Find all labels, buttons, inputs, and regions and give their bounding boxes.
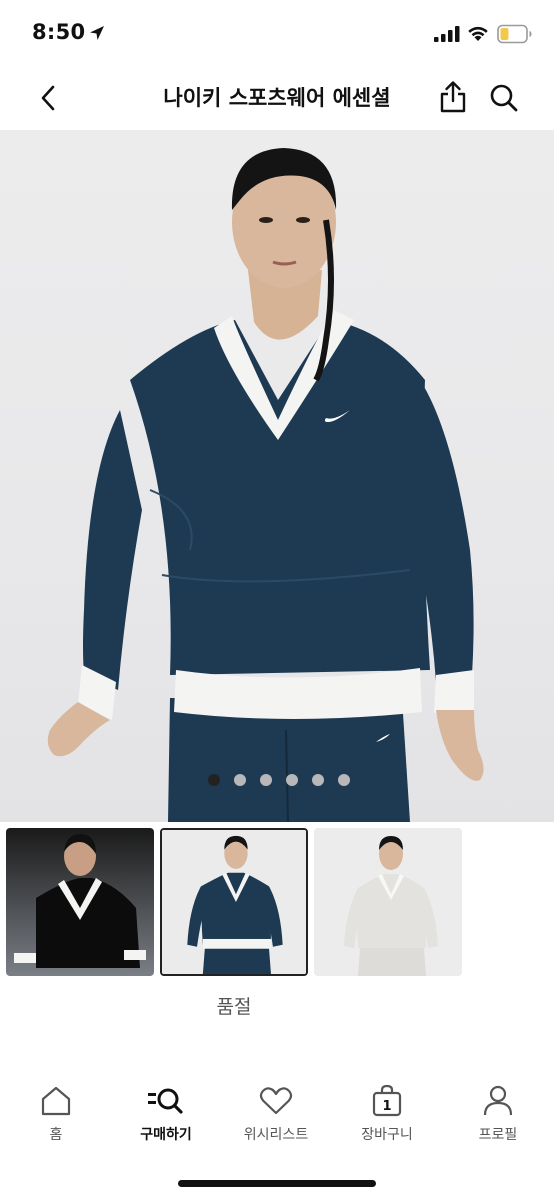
tab-profile[interactable]: 프로필: [443, 1072, 553, 1152]
status-time: 8:50: [32, 20, 86, 44]
search-menu-icon: [146, 1082, 186, 1120]
tab-label: 프로필: [478, 1127, 518, 1143]
heart-icon: [259, 1082, 293, 1120]
tab-label: 구매하기: [140, 1127, 192, 1143]
carousel-pagination: [0, 774, 554, 788]
tab-home[interactable]: 홈: [1, 1072, 111, 1152]
carousel-dot[interactable]: [208, 774, 220, 786]
cellular-signal-icon: [434, 26, 460, 47]
tab-cart[interactable]: 1 장바구니: [332, 1072, 442, 1152]
home-indicator[interactable]: [178, 1180, 376, 1187]
status-bar: 8:50: [0, 0, 554, 68]
page-title: 나이키 스포츠웨어 에센셜: [163, 86, 391, 110]
carousel-dot[interactable]: [286, 774, 298, 786]
share-button[interactable]: [434, 78, 472, 116]
variant-thumbnail-white[interactable]: [314, 828, 462, 976]
tab-label: 위시리스트: [243, 1127, 309, 1143]
carousel-dot[interactable]: [338, 774, 350, 786]
variant-thumbnail-navy[interactable]: [160, 828, 308, 976]
cart-badge: 1: [382, 1099, 391, 1114]
color-variant-list: [6, 828, 554, 978]
back-button[interactable]: [30, 80, 66, 116]
battery-icon: [497, 24, 533, 49]
chevron-left-icon: [41, 85, 55, 111]
tab-label: 장바구니: [361, 1127, 413, 1143]
share-icon: [440, 81, 466, 113]
navigation-bar: 나이키 스포츠웨어 에센셜: [0, 68, 554, 130]
sold-out-label: 품절: [216, 996, 252, 1018]
variant-thumbnail-black[interactable]: [6, 828, 154, 976]
product-photo: [47, 148, 484, 822]
profile-icon: [483, 1082, 513, 1120]
tab-wishlist[interactable]: 위시리스트: [221, 1072, 331, 1152]
product-image-carousel[interactable]: [0, 130, 554, 822]
carousel-dot[interactable]: [234, 774, 246, 786]
tab-label: 홈: [49, 1127, 63, 1143]
location-arrow-icon: [88, 24, 106, 47]
tab-shop[interactable]: 구매하기: [111, 1072, 221, 1152]
carousel-dot[interactable]: [312, 774, 324, 786]
search-button[interactable]: [486, 80, 522, 116]
bag-icon: 1: [371, 1082, 403, 1120]
home-icon: [40, 1082, 72, 1120]
wifi-icon: [466, 24, 490, 47]
carousel-dot[interactable]: [260, 774, 272, 786]
search-icon: [490, 84, 518, 112]
bottom-tab-bar: 홈 구매하기 위시리스트 1 장바구니 프로필: [0, 1072, 554, 1152]
